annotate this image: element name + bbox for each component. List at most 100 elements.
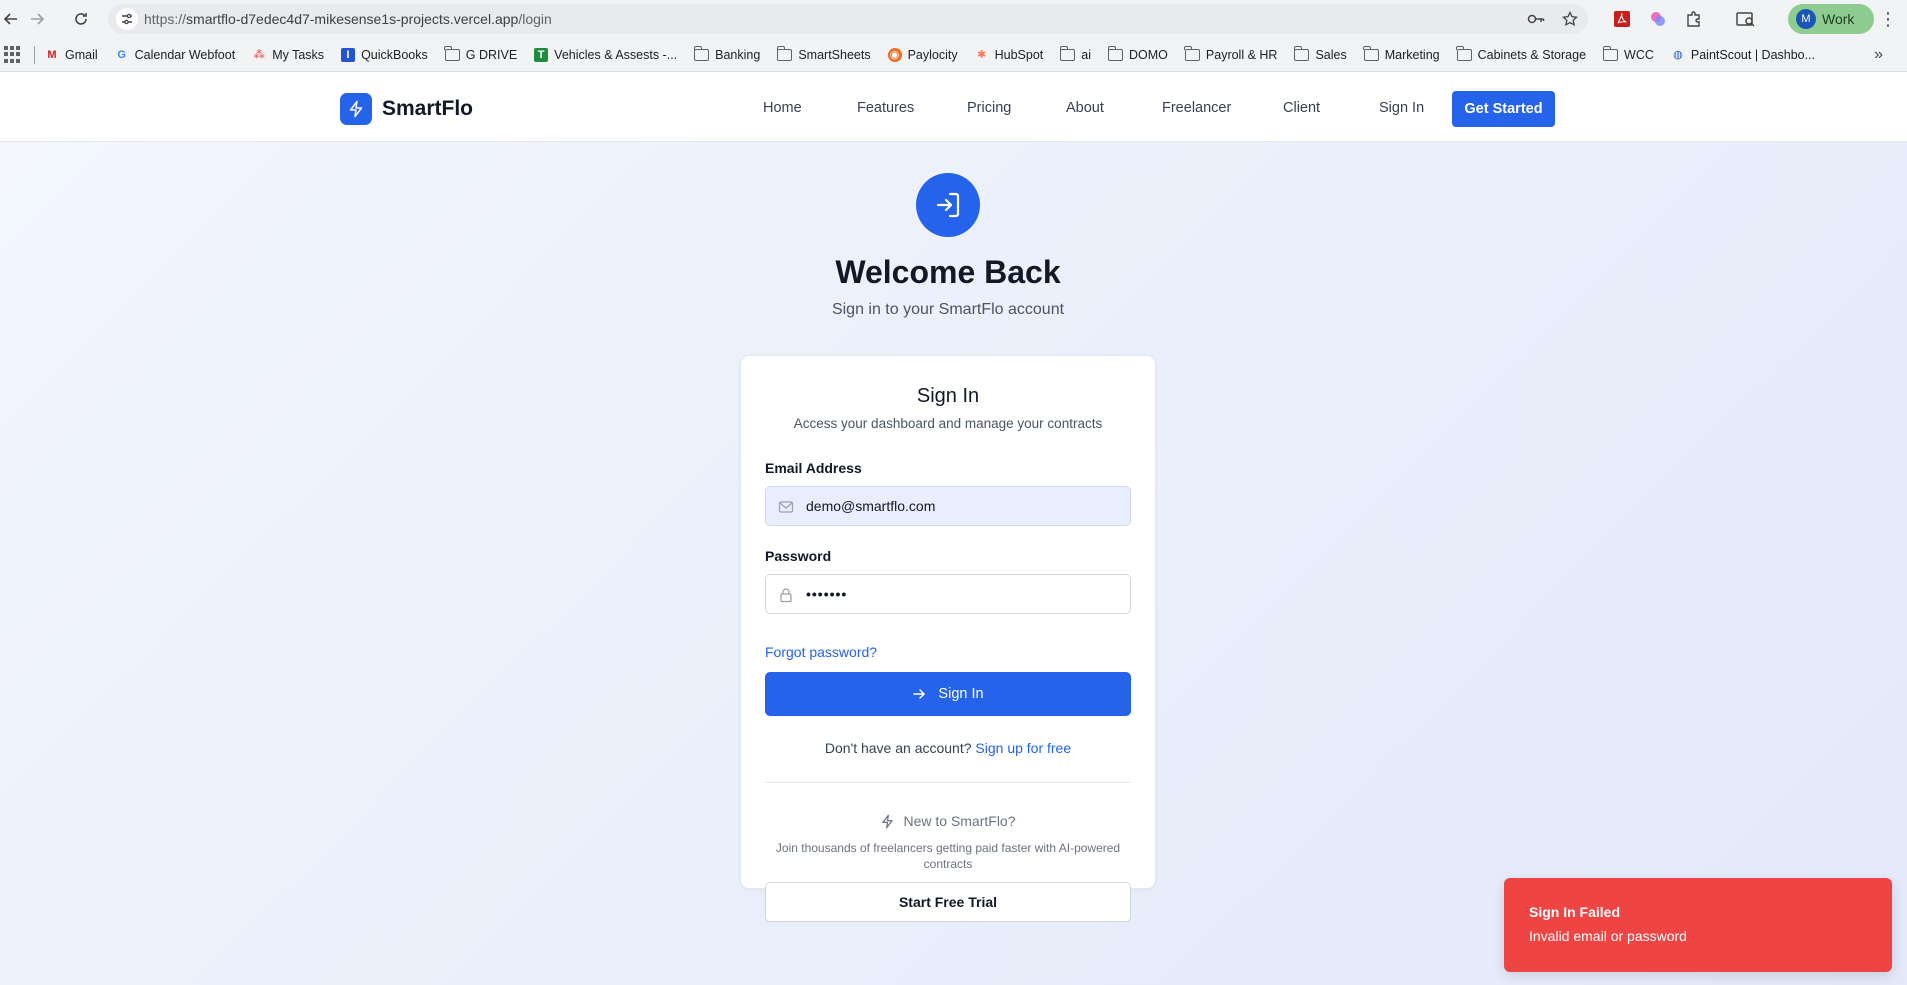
folder-icon bbox=[1456, 45, 1472, 61]
page-title: Welcome Back bbox=[835, 254, 1061, 290]
bookmark-g-drive[interactable]: G DRIVE bbox=[444, 45, 517, 62]
folder-icon bbox=[1363, 45, 1379, 61]
error-toast[interactable]: Sign In Failed Invalid email or password bbox=[1504, 878, 1892, 972]
password-key-icon[interactable] bbox=[1526, 9, 1546, 29]
login-icon bbox=[916, 173, 980, 237]
nav-about[interactable]: About bbox=[1066, 100, 1104, 116]
password-field-wrapper bbox=[765, 574, 1131, 614]
folder-icon bbox=[1059, 45, 1076, 61]
bookmark-quickbooks[interactable]: I QuickBooks bbox=[341, 47, 428, 62]
hubspot-icon: ✱ bbox=[977, 49, 987, 61]
nav-home[interactable]: Home bbox=[763, 100, 802, 116]
forgot-password-link[interactable]: Forgot password? bbox=[765, 644, 877, 660]
get-started-button[interactable]: Get Started bbox=[1452, 91, 1555, 127]
start-free-trial-button[interactable]: Start Free Trial bbox=[765, 882, 1131, 922]
folder-icon bbox=[1602, 45, 1619, 61]
no-account-text: Don't have an account? bbox=[824, 740, 972, 756]
asana-icon: ⁂ bbox=[253, 49, 265, 61]
new-to-section: New to SmartFlo? bbox=[741, 813, 1155, 829]
bookmark-sales[interactable]: Sales bbox=[1293, 45, 1347, 62]
bookmark-paylocity[interactable]: ◉ Paylocity bbox=[887, 47, 958, 62]
bookmark-hubspot[interactable]: ✱ HubSpot bbox=[975, 48, 1043, 62]
tab-search-icon[interactable] bbox=[1734, 7, 1758, 31]
brand-logo[interactable]: SmartFlo bbox=[340, 93, 473, 125]
sheets-icon: T bbox=[534, 47, 549, 62]
paylocity-icon: ◉ bbox=[887, 47, 902, 62]
folder-icon bbox=[1184, 45, 1200, 61]
email-field-wrapper bbox=[765, 486, 1131, 526]
browser-menu-icon[interactable]: ⋮ bbox=[1878, 8, 1898, 30]
bookmark-my-tasks[interactable]: ⁂ My Tasks bbox=[252, 48, 325, 62]
bookmark-vehicles[interactable]: T Vehicles & Assests -... bbox=[534, 47, 677, 62]
bookmark-domo[interactable]: DOMO bbox=[1107, 45, 1168, 62]
login-page: Welcome Back Sign in to your SmartFlo ac… bbox=[0, 142, 1907, 985]
nav-client[interactable]: Client bbox=[1283, 100, 1320, 116]
extensions-puzzle-icon[interactable] bbox=[1682, 7, 1706, 31]
mail-icon bbox=[778, 501, 794, 513]
folder-icon bbox=[776, 45, 793, 61]
reload-icon[interactable] bbox=[70, 8, 92, 30]
brand-name: SmartFlo bbox=[382, 97, 474, 120]
password-field[interactable] bbox=[806, 575, 1122, 613]
avatar: M bbox=[1796, 9, 1816, 29]
google-icon: G bbox=[117, 48, 126, 61]
sign-up-link[interactable]: Sign up for free bbox=[975, 740, 1071, 756]
folder-icon bbox=[444, 45, 460, 61]
browser-toolbar: https://smartflo-d7edec4d7-mikesense1s-p… bbox=[0, 0, 1907, 38]
join-text: Join thousands of freelancers getting pa… bbox=[775, 841, 1121, 871]
folder-icon bbox=[1293, 45, 1310, 61]
bookmark-paintscout[interactable]: ◍ PaintScout | Dashbo... bbox=[1671, 48, 1815, 62]
lock-icon bbox=[780, 588, 792, 603]
folder-icon bbox=[693, 45, 710, 61]
pdf-extension-icon[interactable] bbox=[1610, 7, 1634, 31]
lightning-icon bbox=[882, 814, 894, 828]
profile-label: Work bbox=[1822, 11, 1855, 27]
signup-prompt: Don't have an account? Sign up for free bbox=[741, 740, 1155, 756]
bookmark-smartsheets[interactable]: SmartSheets bbox=[776, 45, 871, 62]
color-extension-icon[interactable] bbox=[1646, 7, 1670, 31]
toast-message: Invalid email or password bbox=[1529, 928, 1687, 944]
nav-freelancer[interactable]: Freelancer bbox=[1162, 100, 1231, 116]
address-bar[interactable]: https://smartflo-d7edec4d7-mikesense1s-p… bbox=[108, 4, 1588, 34]
lightning-icon bbox=[340, 93, 372, 125]
bookmark-calendar-webfoot[interactable]: G Calendar Webfoot bbox=[115, 48, 235, 62]
bookmark-ai[interactable]: ai bbox=[1059, 45, 1091, 62]
new-to-text: New to SmartFlo? bbox=[903, 813, 1016, 829]
profile-button[interactable]: M Work bbox=[1788, 4, 1874, 34]
bookmark-banking[interactable]: Banking bbox=[693, 45, 760, 62]
nav-pricing[interactable]: Pricing bbox=[967, 100, 1011, 116]
divider bbox=[765, 782, 1131, 783]
toast-title: Sign In Failed bbox=[1529, 904, 1621, 920]
page-subtitle: Sign in to your SmartFlo account bbox=[831, 301, 1065, 318]
nav-features[interactable]: Features bbox=[857, 100, 914, 116]
bookmarks-separator bbox=[34, 45, 35, 64]
nav-sign-in[interactable]: Sign In bbox=[1379, 100, 1424, 116]
quickbooks-icon: I bbox=[341, 47, 356, 62]
email-label: Email Address bbox=[765, 460, 862, 476]
site-settings-icon[interactable] bbox=[116, 8, 138, 30]
url-text: https://smartflo-d7edec4d7-mikesense1s-p… bbox=[144, 11, 552, 27]
sign-in-button[interactable]: Sign In bbox=[765, 672, 1131, 716]
back-icon[interactable] bbox=[0, 8, 22, 30]
bookmark-gmail[interactable]: M Gmail bbox=[45, 48, 97, 62]
forward-icon[interactable] bbox=[26, 8, 48, 30]
gmail-icon: M bbox=[47, 48, 57, 61]
bookmark-marketing[interactable]: Marketing bbox=[1363, 45, 1440, 62]
password-label: Password bbox=[765, 548, 832, 564]
bookmark-star-icon[interactable] bbox=[1560, 9, 1580, 29]
card-title: Sign In bbox=[916, 385, 980, 407]
site-header: SmartFlo Home Features Pricing About Fre… bbox=[0, 72, 1907, 142]
bookmark-cabinets-storage[interactable]: Cabinets & Storage bbox=[1456, 45, 1586, 62]
folder-icon bbox=[1107, 45, 1124, 61]
card-subtitle: Access your dashboard and manage your co… bbox=[793, 416, 1103, 431]
bookmarks-bar: M Gmail G Calendar Webfoot ⁂ My Tasks I Quic… bbox=[0, 38, 1907, 72]
bookmark-payroll-hr[interactable]: Payroll & HR bbox=[1184, 45, 1277, 62]
sign-in-card: Sign In Access your dashboard and manage… bbox=[740, 355, 1156, 922]
bookmark-wcc[interactable]: WCC bbox=[1602, 45, 1654, 62]
arrow-right-icon bbox=[913, 689, 926, 699]
email-field[interactable] bbox=[806, 487, 1122, 525]
apps-grid-icon[interactable] bbox=[4, 45, 22, 64]
sign-in-button-label: Sign In bbox=[938, 686, 984, 702]
more-bookmarks-icon[interactable]: » bbox=[1874, 46, 1883, 64]
paintscout-icon: ◍ bbox=[1673, 49, 1683, 61]
